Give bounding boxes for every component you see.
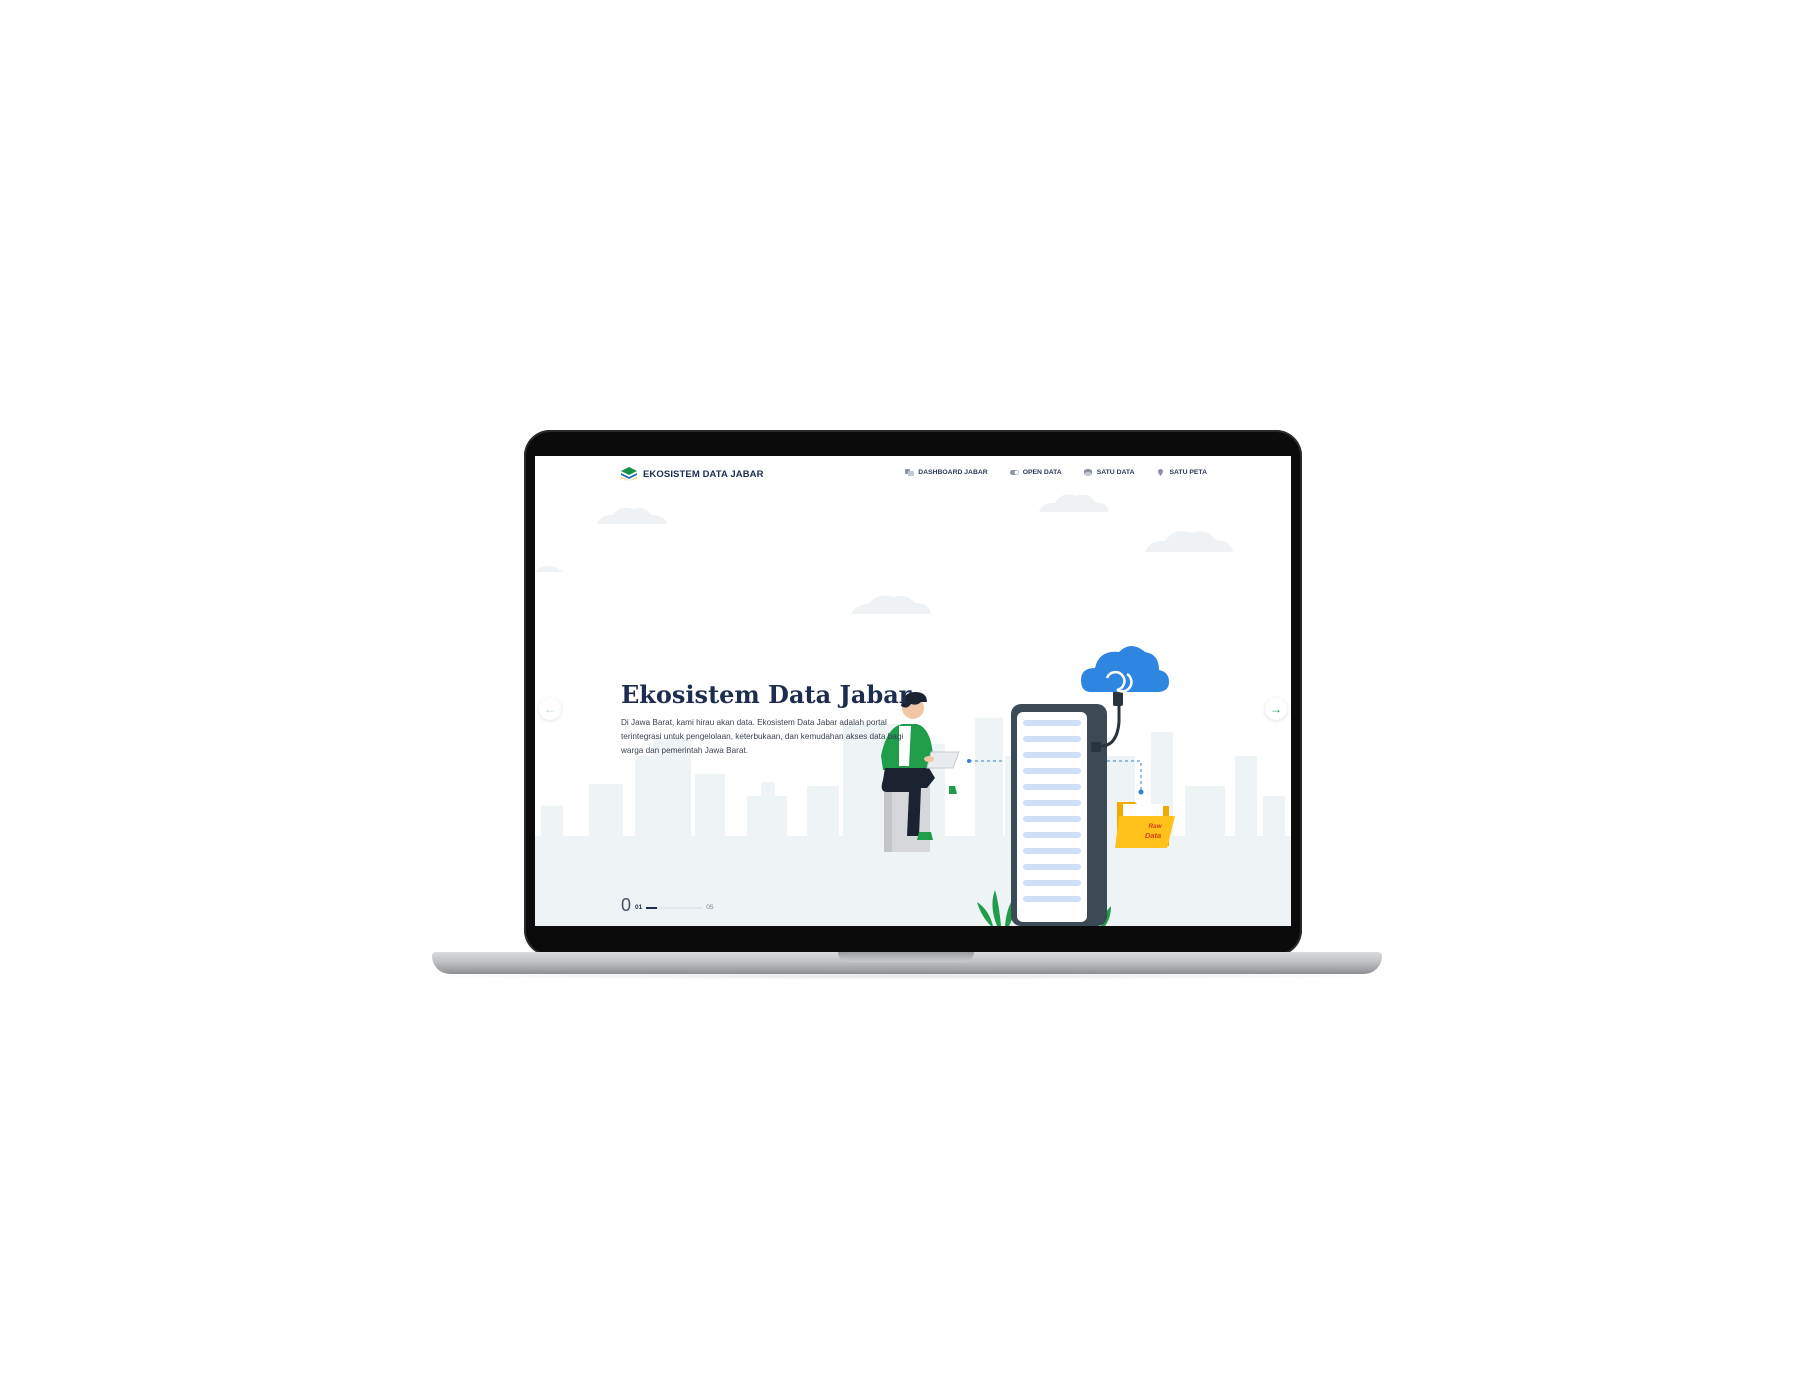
folder-label-raw: Raw <box>1148 823 1162 830</box>
nav-dashboard-jabar-label: DASHBOARD JABAR <box>918 469 988 476</box>
laptop-screen: Raw Data EKOSISTEM DATA JABAR DASHBOARD … <box>535 456 1291 926</box>
site-header: EKOSISTEM DATA JABAR DASHBOARD JABAR OPE… <box>535 456 1291 492</box>
slider-pagination: 0 01 05 <box>621 896 713 914</box>
site-logo[interactable]: EKOSISTEM DATA JABAR <box>621 467 764 481</box>
folder-label-data: Data <box>1145 831 1161 840</box>
pager-progress-track[interactable] <box>646 907 703 909</box>
cloud-sync-illustration <box>1081 646 1169 693</box>
slider-next-button[interactable]: → <box>1265 698 1287 720</box>
nav-satu-peta-label: SATU PETA <box>1169 469 1207 476</box>
main-nav: DASHBOARD JABAR OPEN DATA SATU DATA SATU… <box>905 469 1207 476</box>
nav-open-data[interactable]: OPEN DATA <box>1009 469 1062 476</box>
server-illustration <box>1011 690 1123 926</box>
clouds <box>535 494 1233 614</box>
raw-data-folder-illustration: Raw Data <box>1115 802 1175 848</box>
nav-satu-data[interactable]: SATU DATA <box>1083 469 1135 476</box>
pager-progress-fill <box>646 907 658 909</box>
nav-dashboard-jabar[interactable]: DASHBOARD JABAR <box>905 469 988 476</box>
nav-satu-peta[interactable]: SATU PETA <box>1156 469 1207 476</box>
pager-big-digit: 0 <box>621 895 632 915</box>
laptop-shadow <box>390 972 1420 980</box>
database-icon <box>1083 469 1092 476</box>
nav-satu-data-label: SATU DATA <box>1096 469 1135 476</box>
connector-dot <box>967 759 971 763</box>
arrow-left-icon: ← <box>544 702 556 716</box>
slider-prev-button[interactable]: ← <box>539 698 561 720</box>
toggle-icon <box>1009 470 1019 475</box>
logo-mark-icon <box>621 467 637 481</box>
brand-name: EKOSISTEM DATA JABAR <box>643 468 764 480</box>
hero-description: Di Jawa Barat, kami hirau akan data. Eko… <box>621 718 904 756</box>
connector-dot <box>1138 789 1144 795</box>
pager-total: 05 <box>706 904 714 911</box>
arrow-right-icon: → <box>1270 702 1282 716</box>
dashboard-icon <box>905 469 915 476</box>
hero-title: Ekosistem Data Jabar <box>621 680 912 710</box>
laptop-notch <box>838 952 974 962</box>
nav-open-data-label: OPEN DATA <box>1022 469 1062 476</box>
map-pin-icon <box>1158 469 1164 476</box>
pager-current: 01 <box>635 904 643 911</box>
